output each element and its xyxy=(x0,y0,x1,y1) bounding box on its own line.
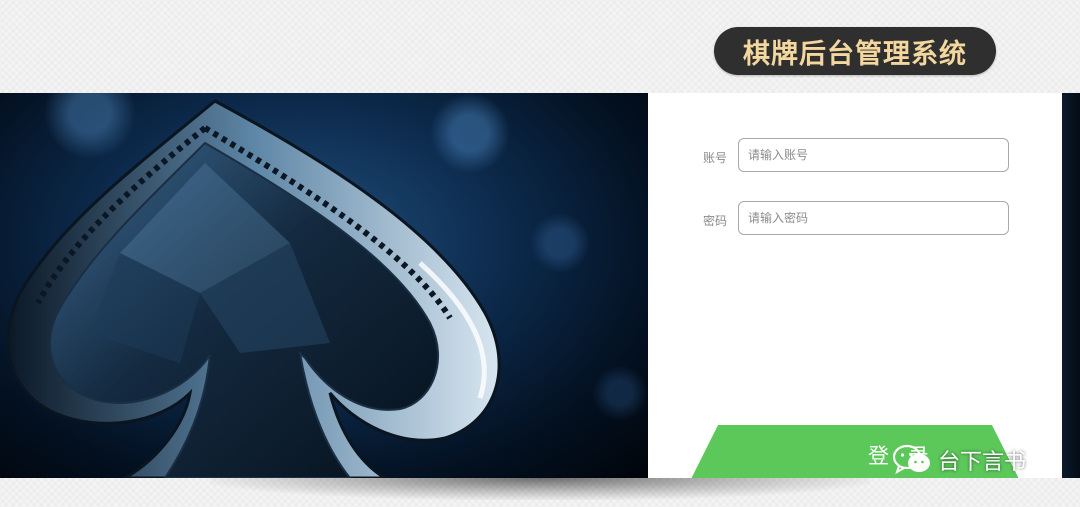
watermark-text: 台下言书 xyxy=(938,450,1027,475)
account-label: 账号 xyxy=(703,151,728,165)
password-label: 密码 xyxy=(703,214,728,228)
account-input[interactable] xyxy=(738,138,1009,172)
right-edge-strip xyxy=(1062,93,1080,478)
spade-icon xyxy=(6,99,501,478)
watermark: 台下言书 xyxy=(892,443,1026,477)
wechat-icon xyxy=(892,444,930,475)
login-form: 账号 密码 登 录 xyxy=(648,93,1062,478)
password-input[interactable] xyxy=(738,201,1009,235)
title-badge: 棋牌后台管理系统 xyxy=(714,27,996,75)
spade-banner-image xyxy=(0,93,648,478)
page-title: 棋牌后台管理系统 xyxy=(743,38,967,70)
bottom-shadow xyxy=(210,478,870,500)
login-band: 账号 密码 登 录 xyxy=(0,93,1080,478)
